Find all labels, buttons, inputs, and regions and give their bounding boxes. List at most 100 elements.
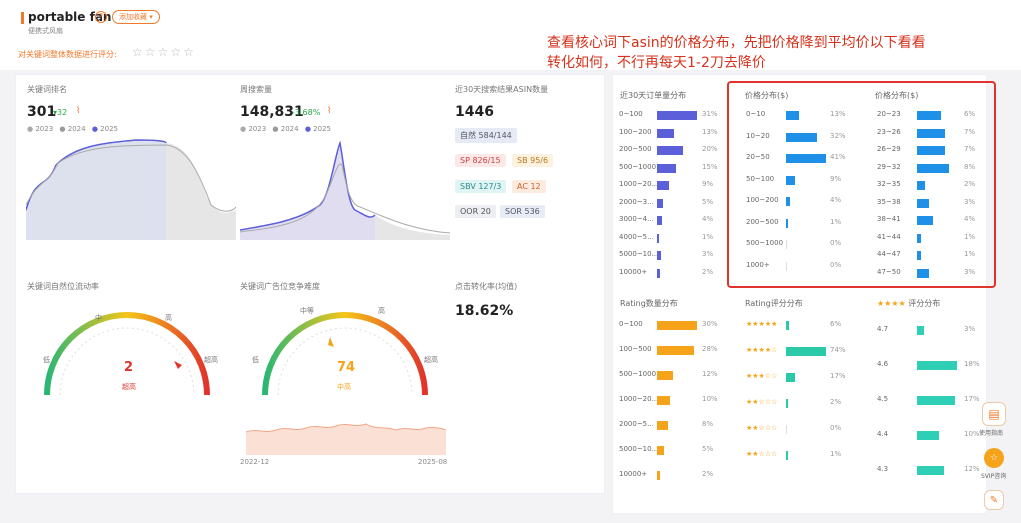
price_dist_1-bar-3[interactable] xyxy=(786,175,795,185)
rating_score-bar-3[interactable] xyxy=(786,399,788,408)
rating_count-pct-1: 28% xyxy=(702,345,718,353)
trend-icon[interactable]: ⌇ xyxy=(327,106,331,116)
info-icon[interactable]: ? xyxy=(95,11,107,23)
order_dist-pct-9: 2% xyxy=(702,267,714,276)
score_dist-pct-1: 18% xyxy=(964,360,980,368)
star-1[interactable]: ☆ xyxy=(132,45,145,59)
score_dist-bar-0[interactable] xyxy=(917,326,924,335)
order_dist-bar-3[interactable] xyxy=(657,163,676,173)
rating_score-bar-0[interactable] xyxy=(786,321,789,330)
score_dist-bar-2[interactable] xyxy=(917,396,955,405)
price_dist_2-label-8: 44~47 xyxy=(877,250,901,258)
price_dist_1-label-4: 100~200 xyxy=(746,196,779,204)
price_dist_2-pct-6: 4% xyxy=(964,215,976,223)
rating_count-bar-2[interactable] xyxy=(657,371,673,380)
rating_count-pct-4: 8% xyxy=(702,420,714,428)
order_dist-bar-9[interactable] xyxy=(657,268,660,278)
star-5[interactable]: ☆ xyxy=(183,45,196,59)
price_dist_2-pct-0: 6% xyxy=(964,110,976,118)
rating-stars[interactable]: ☆☆☆☆☆ xyxy=(132,45,196,59)
rating_score-bar-4[interactable] xyxy=(786,425,787,434)
star-3[interactable]: ☆ xyxy=(158,45,171,59)
trend-icon[interactable]: ⌇ xyxy=(76,106,80,116)
kw-rank-legend: ● 2023 ● 2024 ● 2025 xyxy=(27,125,118,133)
order_dist-bar-5[interactable] xyxy=(657,198,663,208)
star-2[interactable]: ☆ xyxy=(145,45,158,59)
price_dist_1-bar-5[interactable] xyxy=(786,218,788,228)
order_dist-label-9: 10000+ xyxy=(619,267,648,276)
price_dist_1-bar-1[interactable] xyxy=(786,132,817,142)
price_dist_1-label-5: 200~500 xyxy=(746,217,779,226)
conversion-title: 点击转化率(均值) xyxy=(455,282,518,291)
order_dist-bar-7[interactable] xyxy=(657,233,659,243)
kw-rank-delta: ▾32 xyxy=(53,108,68,117)
price_dist_1-bar-0[interactable] xyxy=(786,111,799,120)
price_dist_1-label-6: 500~1000 xyxy=(746,239,784,247)
vip-label[interactable]: SVIP咨询 xyxy=(981,471,1006,480)
rating_count-bar-6[interactable] xyxy=(657,471,660,480)
gauge-label-low: 低 xyxy=(43,356,50,364)
price_dist_2-bar-9[interactable] xyxy=(917,268,929,278)
price_dist_2-bar-5[interactable] xyxy=(917,198,929,208)
gauge-label-very-high: 超高 xyxy=(204,356,218,364)
annotation-note: 查看核心词下asin的价格分布，先把价格降到平均价以下看看 转化如何，不行再每天… xyxy=(547,33,1007,73)
score_dist-bar-1[interactable] xyxy=(917,361,957,370)
price_dist_1-bar-4[interactable] xyxy=(786,197,790,206)
price_dist_2-pct-5: 3% xyxy=(964,197,976,206)
price_dist_2-bar-3[interactable] xyxy=(917,163,949,173)
order_dist-bar-6[interactable] xyxy=(657,216,662,225)
feedback-icon[interactable]: ✎ xyxy=(984,490,1004,510)
rating_count-bar-0[interactable] xyxy=(657,321,697,330)
order_dist-bar-1[interactable] xyxy=(657,128,674,138)
rating_count-bar-5[interactable] xyxy=(657,446,664,455)
price_dist_2-bar-1[interactable] xyxy=(917,128,945,138)
price_dist_2-bar-7[interactable] xyxy=(917,233,921,243)
score_dist-bar-3[interactable] xyxy=(917,431,939,440)
price_dist_1-bar-7[interactable] xyxy=(786,261,787,271)
rating_count-pct-2: 12% xyxy=(702,370,718,378)
price_dist_1-pct-6: 0% xyxy=(830,239,842,247)
price_dist_2-bar-4[interactable] xyxy=(917,181,925,190)
order_dist-pct-2: 20% xyxy=(702,145,718,153)
rating_score-bar-2[interactable] xyxy=(786,373,795,382)
guide-label[interactable]: 使用指南 xyxy=(979,428,1003,437)
rating_score-bar-5[interactable] xyxy=(786,451,788,460)
score_dist-bar-4[interactable] xyxy=(917,466,944,475)
price_dist_1-bar-2[interactable] xyxy=(786,154,826,163)
price_dist_2-label-6: 38~41 xyxy=(877,215,901,223)
order_dist-bar-4[interactable] xyxy=(657,181,669,190)
price_dist_2-bar-2[interactable] xyxy=(917,146,945,155)
order_dist-label-2: 200~500 xyxy=(619,145,652,153)
search-volume-chart xyxy=(240,140,450,240)
order_dist-label-5: 2000~3... xyxy=(619,197,654,206)
star-4[interactable]: ☆ xyxy=(170,45,183,59)
kw-rank-chart xyxy=(26,139,236,240)
rating_count-bar-3[interactable] xyxy=(657,396,670,405)
order_dist-bar-8[interactable] xyxy=(657,251,661,260)
rating_count-bar-1[interactable] xyxy=(657,346,694,355)
price_dist_2-pct-3: 8% xyxy=(964,162,976,171)
ad-competition-trend xyxy=(246,423,446,455)
rating_count-bar-4[interactable] xyxy=(657,421,668,430)
order_dist-bar-2[interactable] xyxy=(657,146,683,155)
price_dist_1-bar-6[interactable] xyxy=(786,240,787,249)
order_dist-bar-0[interactable] xyxy=(657,111,697,120)
score_dist-pct-2: 17% xyxy=(964,395,980,403)
price-dist-2-title: 价格分布($) xyxy=(875,91,919,100)
price_dist_2-bar-8[interactable] xyxy=(917,251,921,260)
legend-2023: 2023 xyxy=(35,125,54,133)
add-favorite-button[interactable]: 添加收藏 ▾ xyxy=(112,10,160,24)
rating_score-label-5: ★★☆☆☆ xyxy=(746,450,778,458)
trend-x-end: 2025-08 xyxy=(418,458,448,466)
price_dist_2-pct-1: 7% xyxy=(964,127,976,136)
price_dist_2-label-5: 35~38 xyxy=(877,197,901,206)
annotation-line-1: 查看核心词下asin的价格分布，先把价格降到平均价以下看看 xyxy=(547,35,926,51)
price_dist_2-bar-0[interactable] xyxy=(917,111,941,120)
price_dist_2-bar-6[interactable] xyxy=(917,216,933,225)
vip-icon[interactable]: ☆ xyxy=(984,448,1004,468)
legend-2023: 2023 xyxy=(248,125,267,133)
guide-icon[interactable]: ▤ xyxy=(982,402,1006,426)
rating_score-bar-1[interactable] xyxy=(786,347,826,356)
rating_count-label-2: 500~1000 xyxy=(619,370,657,378)
rating_count-pct-3: 10% xyxy=(702,395,718,403)
